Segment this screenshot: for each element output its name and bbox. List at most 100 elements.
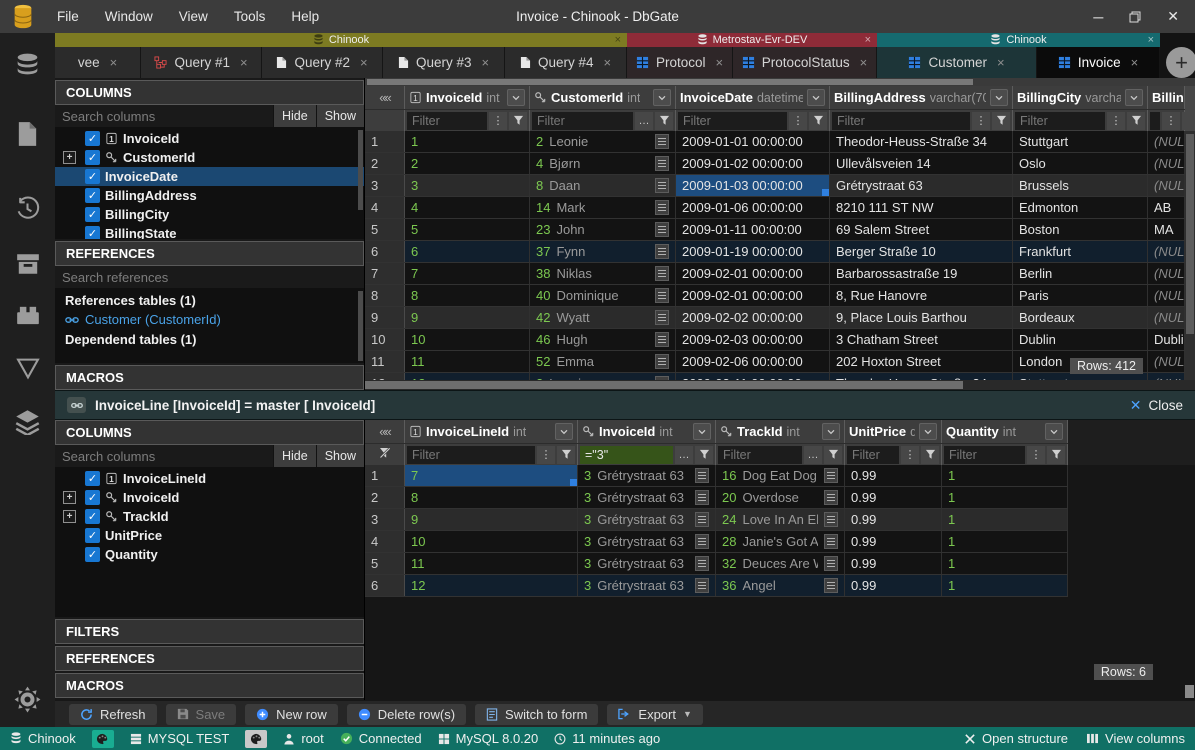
column-item-trackid[interactable]: +✓TrackId (55, 507, 364, 526)
lookup-document-icon[interactable] (824, 556, 838, 571)
funnel-icon[interactable] (1047, 446, 1065, 464)
lookup-document-icon[interactable] (824, 468, 838, 483)
cell-invoicedate[interactable]: 2009-01-02 00:00:00 (676, 153, 830, 174)
search-references-input[interactable] (55, 266, 364, 288)
column-item-invoiceid[interactable]: +✓InvoiceId (55, 488, 364, 507)
menu-help[interactable]: Help (278, 0, 332, 33)
cell-billingaddress[interactable]: 8, Rue Hanovre (830, 285, 1013, 306)
color-accent-chip[interactable] (92, 730, 114, 748)
cell-unitprice[interactable]: 0.99 (845, 531, 942, 552)
collapse-columns-button[interactable]: «« (365, 420, 405, 443)
expand-icon[interactable]: + (63, 491, 76, 504)
columns-section-header[interactable]: COLUMNS (55, 420, 364, 445)
column-menu-button[interactable] (822, 423, 840, 440)
status-mysql-8-0-20[interactable]: MySQL 8.0.20 (438, 731, 539, 746)
cell-invoicedate[interactable]: 2009-02-06 00:00:00 (676, 351, 830, 372)
tab-query-2[interactable]: Query #2× (262, 47, 383, 78)
menu-view[interactable]: View (166, 0, 221, 33)
rail-layers-icon[interactable] (14, 408, 41, 435)
status-connected[interactable]: Connected (340, 731, 422, 746)
column-header-billingaddress[interactable]: BillingAddressvarchar(70) (830, 86, 1013, 109)
cell-invoiceid[interactable]: 3Grétrystraat 63 (578, 465, 716, 486)
cell-billingstate[interactable]: (NULL) (1148, 131, 1185, 152)
column-item-billingcity[interactable]: ✓BillingCity (55, 205, 364, 224)
checkbox-icon[interactable]: ✓ (85, 207, 100, 222)
rail-settings-gear-icon[interactable] (14, 686, 41, 713)
cell-billingaddress[interactable]: 3 Chatham Street (830, 329, 1013, 350)
funnel-icon[interactable] (695, 446, 713, 464)
column-header-billingstate[interactable]: BillingStatevarchar(40) (1148, 86, 1185, 109)
checkbox-icon[interactable]: ✓ (85, 547, 100, 562)
row-number[interactable]: 5 (365, 219, 405, 240)
row-number[interactable]: 3 (365, 509, 405, 530)
lookup-document-icon[interactable] (655, 134, 669, 149)
menu-file[interactable]: File (44, 0, 92, 33)
new-row-button[interactable]: New row (245, 704, 338, 725)
column-item-quantity[interactable]: ✓Quantity (55, 545, 364, 564)
macros-section-header[interactable]: MACROS (55, 673, 364, 698)
horizontal-scrollbar[interactable] (365, 78, 1195, 86)
cell-invoiceid[interactable]: 3 (405, 175, 530, 196)
close-icon[interactable]: × (860, 55, 868, 70)
filter-input-billingstate[interactable] (1150, 112, 1160, 130)
cell-customerid[interactable]: 46Hugh (530, 329, 676, 350)
cell-invoicelineid[interactable]: 7 (405, 465, 578, 486)
hide-button[interactable]: Hide (273, 105, 316, 127)
tab-query-3[interactable]: Query #3× (383, 47, 505, 78)
lookup-document-icon[interactable] (655, 222, 669, 237)
close-icon[interactable]: × (110, 55, 118, 70)
tab-invoice[interactable]: Invoice× (1037, 47, 1160, 78)
status-11-minutes-ago[interactable]: 11 minutes ago (554, 731, 660, 746)
cell-billingcity[interactable]: Oslo (1013, 153, 1148, 174)
cell-invoicedate[interactable]: 2009-02-02 00:00:00 (676, 307, 830, 328)
checkbox-icon[interactable]: ✓ (85, 150, 100, 165)
cell-invoicedate[interactable]: 2009-01-19 00:00:00 (676, 241, 830, 262)
filter-input-customerid[interactable] (532, 112, 633, 130)
checkbox-icon[interactable]: ✓ (85, 226, 100, 239)
funnel-icon[interactable] (509, 112, 527, 130)
horizontal-scrollbar[interactable] (365, 380, 1195, 390)
row-number[interactable]: 6 (365, 241, 405, 262)
rail-file-icon[interactable] (16, 121, 39, 147)
cell-billingstate[interactable]: (NULL) (1148, 175, 1185, 196)
tab-customer[interactable]: Customer× (877, 47, 1037, 78)
lookup-document-icon[interactable] (655, 332, 669, 347)
tab-group-header[interactable]: Chinook × (55, 33, 627, 47)
rail-filter-triangle-icon[interactable] (15, 357, 41, 380)
new-tab-button[interactable]: + (1166, 47, 1195, 78)
lookup-document-icon[interactable] (695, 468, 709, 483)
funnel-icon[interactable] (557, 446, 575, 464)
expand-icon[interactable]: + (63, 151, 76, 164)
column-menu-button[interactable] (1125, 89, 1143, 106)
lookup-document-icon[interactable] (655, 244, 669, 259)
cell-customerid[interactable]: 2Leonie (530, 131, 676, 152)
switch-to-form-button[interactable]: Switch to form (475, 704, 598, 725)
filter-input-invoicelineid[interactable] (407, 446, 535, 464)
status-root[interactable]: root (283, 731, 323, 746)
cell-unitprice[interactable]: 0.99 (845, 575, 942, 596)
scrollbar-thumb[interactable] (367, 79, 973, 85)
rail-history-icon[interactable] (14, 195, 41, 222)
cell-invoicelineid[interactable]: 9 (405, 509, 578, 530)
filter-options-button[interactable]: … (804, 446, 822, 464)
close-icon[interactable]: × (360, 55, 368, 70)
close-icon[interactable]: × (603, 55, 611, 70)
lookup-document-icon[interactable] (695, 578, 709, 593)
cell-unitprice[interactable]: 0.99 (845, 509, 942, 530)
status-chinook[interactable]: Chinook (10, 731, 76, 746)
lookup-document-icon[interactable] (655, 310, 669, 325)
column-menu-button[interactable] (555, 423, 573, 440)
cell-customerid[interactable]: 23John (530, 219, 676, 240)
cell-quantity[interactable]: 1 (942, 509, 1068, 530)
lookup-document-icon[interactable] (655, 156, 669, 171)
cell-billingaddress[interactable]: Berger Straße 10 (830, 241, 1013, 262)
status-mysql-test[interactable]: MYSQL TEST (130, 731, 230, 746)
cell-invoiceid[interactable]: 11 (405, 351, 530, 372)
funnel-icon[interactable] (921, 446, 939, 464)
cell-customerid[interactable]: 38Niklas (530, 263, 676, 284)
cell-customerid[interactable]: 42Wyatt (530, 307, 676, 328)
cell-billingstate[interactable]: (NULL) (1148, 351, 1185, 372)
column-header-unitprice[interactable]: UnitPricedecimal(10,2) (845, 420, 942, 443)
checkbox-icon[interactable]: ✓ (85, 188, 100, 203)
column-item-billingstate[interactable]: ✓BillingState (55, 224, 364, 239)
